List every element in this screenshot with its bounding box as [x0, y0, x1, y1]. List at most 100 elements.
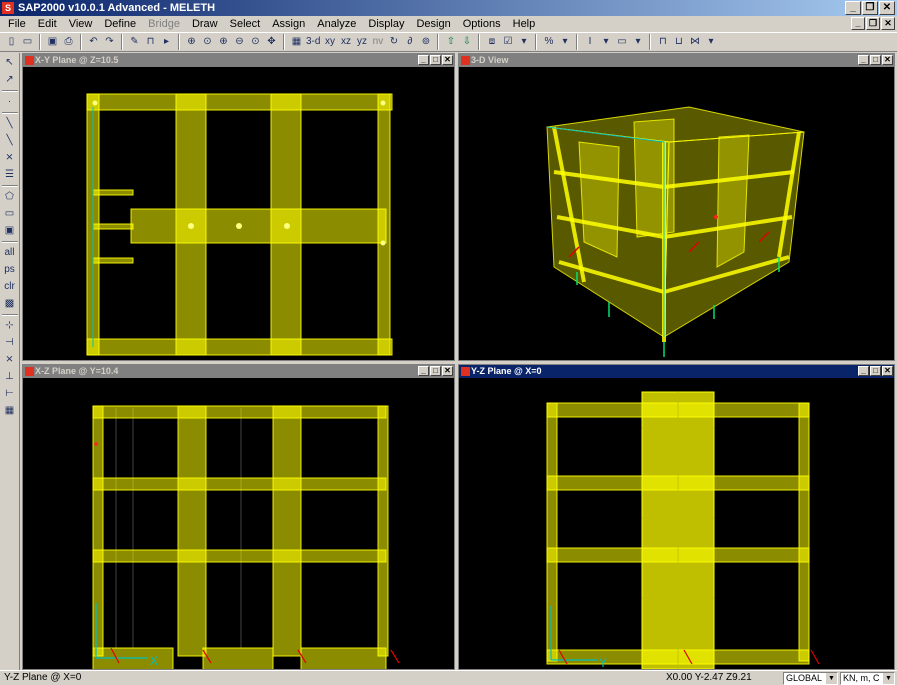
draw-frame-icon[interactable]: ╲ — [3, 117, 17, 131]
menu-define[interactable]: Define — [98, 16, 142, 32]
snap-perpendicular-icon[interactable]: ⊥ — [3, 370, 17, 384]
zoom-out-icon[interactable]: ⊖ — [232, 34, 247, 50]
menu-help[interactable]: Help — [507, 16, 542, 32]
menu-select[interactable]: Select — [224, 16, 267, 32]
close-button[interactable]: ✕ — [442, 55, 453, 65]
snap-intersection-icon[interactable]: ⨯ — [3, 353, 17, 367]
quick-draw-area-icon[interactable]: ▣ — [3, 224, 17, 238]
redo-icon[interactable]: ↷ — [102, 34, 117, 50]
view-yz-button[interactable]: yz — [354, 34, 369, 50]
maximize-button[interactable]: □ — [430, 55, 441, 65]
percent-icon[interactable]: % — [541, 34, 556, 50]
menu-display[interactable]: Display — [362, 16, 410, 32]
draw-joint-icon[interactable]: · — [3, 95, 17, 109]
menu-edit[interactable]: Edit — [32, 16, 63, 32]
refresh-view-icon[interactable]: ▦ — [289, 34, 304, 50]
move-down-icon[interactable]: ⇩ — [459, 34, 474, 50]
area-section-icon[interactable]: ▭ — [614, 34, 629, 50]
dropdown-arrow-icon[interactable]: ▾ — [630, 34, 645, 50]
view-3d-button[interactable]: 3-d — [305, 34, 321, 50]
dropdown-arrow-icon[interactable]: ▾ — [598, 34, 613, 50]
frame-icon[interactable]: ⊓ — [655, 34, 670, 50]
view-xz-button[interactable]: xz — [338, 34, 353, 50]
save-icon[interactable]: ▣ — [45, 34, 60, 50]
menu-design[interactable]: Design — [410, 16, 456, 32]
open-folder-icon[interactable]: ▭ — [20, 34, 35, 50]
spring-icon[interactable]: ⋈ — [687, 34, 702, 50]
snap-joints-icon[interactable]: ⊹ — [3, 319, 17, 333]
coord-system-dropdown[interactable]: GLOBAL ▼ — [783, 672, 838, 685]
section-icon[interactable]: I — [582, 34, 597, 50]
close-button[interactable]: ✕ — [882, 55, 893, 65]
minimize-button[interactable]: _ — [845, 1, 861, 15]
dropdown-arrow-icon[interactable]: ▾ — [557, 34, 572, 50]
dropdown-arrow-icon[interactable]: ▾ — [703, 34, 718, 50]
pencil-icon[interactable]: ✎ — [127, 34, 142, 50]
menu-draw[interactable]: Draw — [186, 16, 224, 32]
snap-lines-icon[interactable]: ⊢ — [3, 387, 17, 401]
minimize-button[interactable]: _ — [418, 366, 429, 376]
previous-select-icon[interactable]: ps — [3, 263, 17, 277]
3d-view-canvas[interactable] — [459, 67, 894, 360]
zoom-restore-icon[interactable]: ⊙ — [200, 34, 215, 50]
menu-file[interactable]: File — [2, 16, 32, 32]
draw-secondary-beam-icon[interactable]: ☰ — [3, 168, 17, 182]
pan-icon[interactable]: ✥ — [264, 34, 279, 50]
undo-icon[interactable]: ↶ — [86, 34, 101, 50]
display-options-icon[interactable]: ▾ — [516, 34, 531, 50]
rotate-icon[interactable]: ↻ — [386, 34, 401, 50]
xy-plane-canvas[interactable] — [23, 67, 454, 360]
object-shrink-icon[interactable]: ⧈ — [484, 34, 499, 50]
print-icon[interactable]: ⎙ — [61, 34, 76, 50]
menu-assign[interactable]: Assign — [266, 16, 311, 32]
minimize-button[interactable]: _ — [418, 55, 429, 65]
draw-poly-area-icon[interactable]: ⬠ — [3, 190, 17, 204]
check-icon[interactable]: ☑ — [500, 34, 515, 50]
xy-plane-window[interactable]: X-Y Plane @ Z=10.5 _ □ ✕ — [22, 53, 455, 361]
view-xy-button[interactable]: xy — [322, 34, 337, 50]
maximize-button[interactable]: □ — [870, 366, 881, 376]
xz-plane-canvas[interactable]: X — [23, 378, 454, 669]
new-file-icon[interactable]: ▯ — [4, 34, 19, 50]
close-button[interactable]: ✕ — [442, 366, 453, 376]
menu-options[interactable]: Options — [457, 16, 507, 32]
xz-plane-window[interactable]: X-Z Plane @ Y=10.4 _ □ ✕ X — [22, 364, 455, 670]
maximize-button[interactable]: □ — [870, 55, 881, 65]
reshape-icon[interactable]: ↗ — [3, 73, 17, 87]
lock-icon[interactable]: ⊓ — [143, 34, 158, 50]
beam — [92, 477, 387, 491]
draw-brace-icon[interactable]: ⨯ — [3, 151, 17, 165]
mdi-restore-button[interactable]: ❐ — [866, 17, 880, 30]
units-dropdown[interactable]: KN, m, C ▼ — [840, 672, 895, 685]
joint — [92, 100, 98, 106]
link-icon[interactable]: ⊔ — [671, 34, 686, 50]
clear-select-icon[interactable]: clr — [3, 280, 17, 294]
pointer-icon[interactable]: ↖ — [3, 56, 17, 70]
yz-plane-canvas[interactable]: Y — [459, 378, 894, 669]
intersect-select-icon[interactable]: ▩ — [3, 297, 17, 311]
zoom-previous-icon[interactable]: ⊙ — [248, 34, 263, 50]
perspective-icon[interactable]: ∂ — [402, 34, 417, 50]
draw-rect-area-icon[interactable]: ▭ — [3, 207, 17, 221]
menu-analyze[interactable]: Analyze — [311, 16, 362, 32]
set-display-icon[interactable]: ⊚ — [418, 34, 433, 50]
snap-midpoint-icon[interactable]: ⊣ — [3, 336, 17, 350]
select-all-icon[interactable]: all — [3, 246, 17, 260]
mdi-close-button[interactable]: ✕ — [881, 17, 895, 30]
maximize-button[interactable]: □ — [430, 366, 441, 376]
3d-view-window[interactable]: 3-D View _ □ ✕ — [458, 53, 895, 361]
yz-plane-window[interactable]: Y-Z Plane @ X=0 _ □ ✕ Y — [458, 364, 895, 670]
menu-view[interactable]: View — [63, 16, 99, 32]
minimize-button[interactable]: _ — [858, 55, 869, 65]
restore-button[interactable]: ❐ — [862, 1, 878, 15]
minimize-button[interactable]: _ — [858, 366, 869, 376]
zoom-in-icon[interactable]: ⊕ — [216, 34, 231, 50]
move-up-icon[interactable]: ⇧ — [443, 34, 458, 50]
mdi-minimize-button[interactable]: _ — [851, 17, 865, 30]
zoom-window-icon[interactable]: ⊕ — [184, 34, 199, 50]
close-button[interactable]: ✕ — [882, 366, 893, 376]
snap-fine-grid-icon[interactable]: ▦ — [3, 404, 17, 418]
run-icon[interactable]: ▸ — [159, 34, 174, 50]
quick-draw-frame-icon[interactable]: ╲ — [3, 134, 17, 148]
close-button[interactable]: ✕ — [879, 1, 895, 15]
